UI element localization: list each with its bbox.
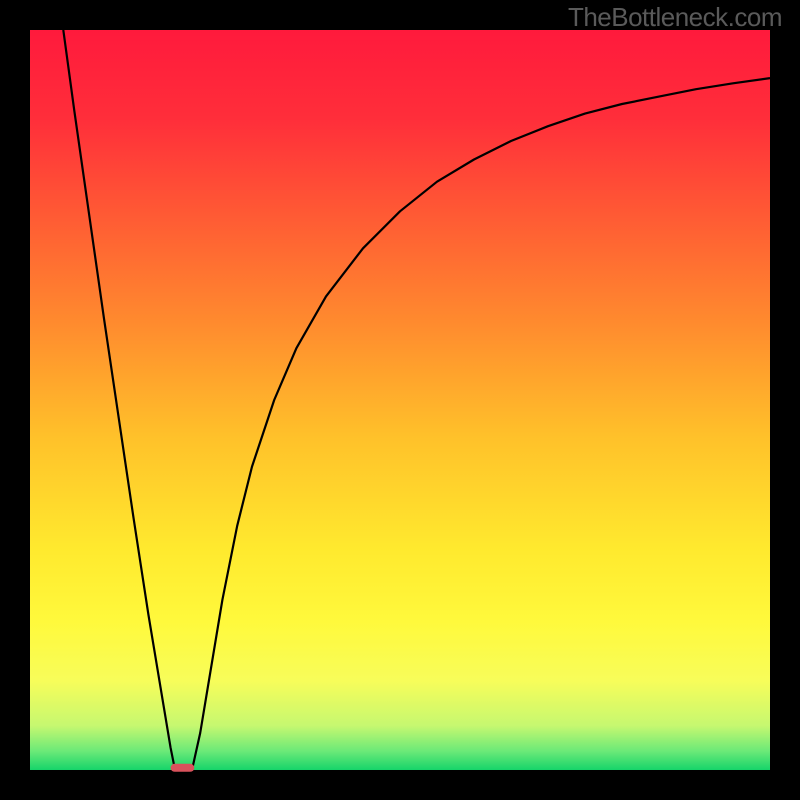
bottom-marker xyxy=(171,764,195,772)
chart-canvas: TheBottleneck.com xyxy=(0,0,800,800)
watermark-text: TheBottleneck.com xyxy=(568,2,782,33)
chart-svg xyxy=(0,0,800,800)
plot-area xyxy=(30,30,770,770)
